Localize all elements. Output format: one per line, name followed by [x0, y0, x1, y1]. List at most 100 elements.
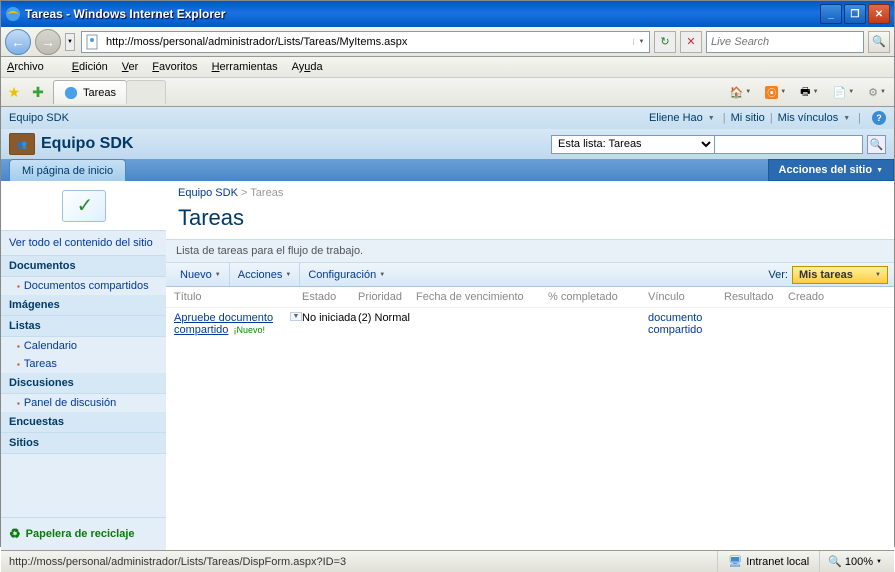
cell-resultado — [724, 312, 788, 336]
left-nav: Ver todo el contenido del sitio Document… — [1, 181, 166, 550]
nav-item-panel-discusion[interactable]: Panel de discusión — [1, 394, 166, 412]
new-badge: ¡Nuevo! — [233, 325, 265, 335]
cell-pct — [548, 312, 648, 336]
site-actions-menu[interactable]: Acciones del sitio▼ — [768, 159, 894, 181]
search-box — [706, 31, 864, 53]
nav-head-sitios[interactable]: Sitios — [1, 433, 166, 454]
feeds-button[interactable]: ⦿▼ — [761, 84, 790, 101]
zoom-control[interactable]: 🔍100%▼ — [819, 551, 890, 572]
toolbar-configuracion[interactable]: Configuración▼ — [300, 263, 393, 286]
page-title: Tareas — [166, 205, 894, 239]
ie-icon — [64, 86, 78, 100]
nav-item-docs-compartidos[interactable]: Documentos compartidos — [1, 277, 166, 295]
tab-row: ★ ✚ Tareas 🏠▼ ⦿▼ 🖶▼ 📄▼ ⚙▼ — [1, 77, 894, 107]
menu-ver[interactable]: Ver — [122, 61, 139, 73]
tasks-list-icon — [62, 190, 106, 222]
status-bar: http://moss/personal/administrador/Lists… — [1, 550, 894, 572]
page-icon — [85, 34, 101, 50]
col-resultado[interactable]: Resultado — [724, 291, 788, 303]
crumb-separator: > — [241, 187, 247, 199]
search-scope-select[interactable]: Esta lista: Tareas — [551, 135, 715, 154]
browser-tab[interactable]: Tareas — [53, 80, 127, 104]
toolbar-acciones[interactable]: Acciones▼ — [230, 263, 301, 286]
list-toolbar: Nuevo▼ Acciones▼ Configuración▼ Ver: Mis… — [166, 263, 894, 287]
col-fecha[interactable]: Fecha de vencimiento — [416, 291, 548, 303]
toolbar-nuevo[interactable]: Nuevo▼ — [172, 263, 230, 286]
site-breadcrumb[interactable]: Equipo SDK — [9, 112, 69, 124]
cell-prioridad: (2) Normal — [358, 312, 416, 336]
site-logo-icon: 👥 — [9, 133, 35, 155]
print-button[interactable]: 🖶▼ — [796, 81, 822, 104]
sharepoint-search: Esta lista: Tareas 🔍 — [551, 135, 886, 154]
forward-button[interactable]: → — [35, 29, 61, 55]
menu-archivo[interactable]: Archivo — [7, 61, 58, 73]
cell-vinculo: documento compartido — [648, 312, 724, 336]
nav-item-tareas[interactable]: Tareas — [1, 355, 166, 373]
page-button[interactable]: 📄▼ — [829, 84, 859, 101]
sharepoint-search-go[interactable]: 🔍 — [867, 135, 886, 154]
nav-item-calendario[interactable]: Calendario — [1, 337, 166, 355]
menu-edicion[interactable]: Edición — [72, 61, 108, 73]
menu-herramientas[interactable]: Herramientas — [212, 61, 278, 73]
window-titlebar: Tareas - Windows Internet Explorer _ ❐ ✕ — [1, 1, 894, 27]
zone-icon: 🖥 — [728, 555, 742, 568]
content-body: Ver todo el contenido del sitio Document… — [1, 181, 894, 550]
mylinks-link[interactable]: Mis vínculos — [778, 112, 839, 124]
sharepoint-header: 👥 Equipo SDK Esta lista: Tareas 🔍 — [1, 129, 894, 159]
cell-fecha — [416, 312, 548, 336]
crumb-list: Tareas — [250, 187, 283, 199]
col-vinculo[interactable]: Vínculo — [648, 291, 724, 303]
site-title: Equipo SDK — [41, 135, 133, 153]
menu-favoritos[interactable]: Favoritos — [152, 61, 197, 73]
main-content: Equipo SDK > Tareas Tareas Lista de tare… — [166, 181, 894, 550]
col-titulo[interactable]: Título — [174, 291, 302, 303]
address-bar-row: ← → ▼ ▼ ↻ ✕ 🔍 — [1, 27, 894, 57]
list-icon-block — [1, 181, 166, 231]
nav-head-listas[interactable]: Listas — [1, 316, 166, 337]
menu-ayuda[interactable]: Ayuda — [292, 61, 323, 73]
table-row: Apruebe documento compartido ¡Nuevo! ▼ N… — [166, 308, 894, 340]
sharepoint-search-input[interactable] — [715, 135, 863, 154]
help-icon[interactable]: ? — [872, 111, 886, 125]
list-grid: Título Estado Prioridad Fecha de vencimi… — [166, 287, 894, 340]
col-creado[interactable]: Creado — [788, 291, 886, 303]
window-title: Tareas - Windows Internet Explorer — [25, 7, 818, 21]
tools-button[interactable]: ⚙▼ — [864, 84, 890, 101]
crumb-site[interactable]: Equipo SDK — [178, 187, 238, 199]
search-go-button[interactable]: 🔍 — [868, 31, 890, 53]
cell-estado: No iniciada — [302, 312, 358, 336]
favorites-star-icon[interactable]: ★ — [5, 83, 23, 101]
maximize-button[interactable]: ❐ — [844, 4, 866, 24]
home-button[interactable]: 🏠▼ — [726, 84, 756, 101]
row-menu-dropdown[interactable]: ▼ — [290, 312, 302, 321]
menu-bar: Archivo Edición Ver Favoritos Herramient… — [1, 57, 894, 77]
nav-history-dropdown[interactable]: ▼ — [65, 33, 75, 51]
live-search-input[interactable] — [707, 34, 863, 50]
add-favorite-icon[interactable]: ✚ — [29, 83, 47, 101]
refresh-button[interactable]: ↻ — [654, 31, 676, 53]
view-selector[interactable]: Mis tareas▼ — [792, 266, 888, 284]
tab-title: Tareas — [83, 87, 116, 99]
nav-head-encuestas[interactable]: Encuestas — [1, 412, 166, 433]
recycle-bin-link[interactable]: Papelera de reciclaje — [1, 517, 166, 550]
nav-head-imagenes[interactable]: Imágenes — [1, 295, 166, 316]
col-estado[interactable]: Estado — [302, 291, 358, 303]
close-button[interactable]: ✕ — [868, 4, 890, 24]
new-tab-button[interactable] — [126, 80, 166, 104]
back-button[interactable]: ← — [5, 29, 31, 55]
view-all-content-link[interactable]: Ver todo el contenido del sitio — [1, 231, 166, 256]
nav-head-documentos[interactable]: Documentos — [1, 256, 166, 277]
url-input[interactable] — [104, 34, 633, 50]
mysite-link[interactable]: Mi sitio — [731, 112, 765, 124]
address-dropdown[interactable]: ▼ — [633, 39, 649, 45]
nav-head-discusiones[interactable]: Discusiones — [1, 373, 166, 394]
tab-home[interactable]: Mi página de inicio — [9, 159, 126, 181]
sharepoint-topbar: Equipo SDK Eliene Hao▼ | Mi sitio | Mis … — [1, 107, 894, 129]
user-link[interactable]: Eliene Hao — [649, 112, 703, 124]
view-label: Ver: — [768, 269, 792, 281]
vinculo-link[interactable]: documento compartido — [648, 312, 702, 336]
minimize-button[interactable]: _ — [820, 4, 842, 24]
col-pct[interactable]: % completado — [548, 291, 648, 303]
stop-button[interactable]: ✕ — [680, 31, 702, 53]
col-prioridad[interactable]: Prioridad — [358, 291, 416, 303]
